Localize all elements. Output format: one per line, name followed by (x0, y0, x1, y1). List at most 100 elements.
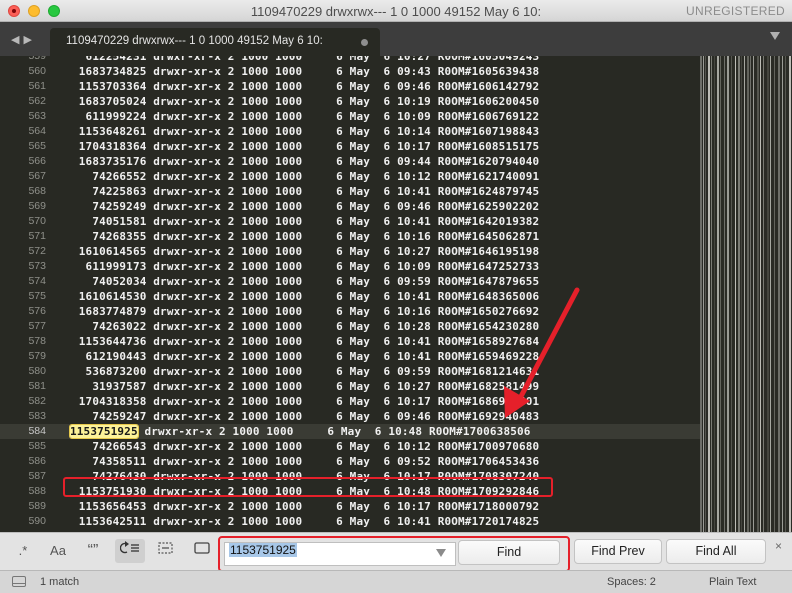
editor-area[interactable]: 559 612254231 drwxr-xr-x 2 1000 1000 6 M… (0, 56, 792, 532)
search-match-highlight: 1153751925 (69, 424, 139, 439)
syntax-status[interactable]: Plain Text (709, 576, 757, 588)
find-button[interactable]: Find (458, 540, 560, 565)
line-number: 566 (28, 155, 46, 167)
minimap-stripe (731, 56, 732, 532)
minimap-stripe (747, 56, 749, 532)
line-text: 1683774879 drwxr-xr-x 2 1000 1000 6 May … (72, 305, 540, 318)
line-text: 74259247 drwxr-xr-x 2 1000 1000 6 May 6 … (72, 410, 540, 423)
minimap-stripe (727, 56, 729, 532)
line-text: 612254231 drwxr-xr-x 2 1000 1000 6 May 6… (72, 56, 540, 63)
line-number: 563 (28, 110, 46, 122)
line-text: 1683734825 drwxr-xr-x 2 1000 1000 6 May … (72, 65, 540, 78)
indentation-status[interactable]: Spaces: 2 (607, 576, 656, 588)
tab-nav-arrows-icon[interactable]: ◀▶ (11, 33, 36, 46)
line-number: 559 (28, 56, 46, 62)
close-find-panel-icon[interactable]: × (775, 539, 782, 553)
line-number: 568 (28, 185, 46, 197)
minimap-stripe (708, 56, 710, 532)
line-text: 74052034 drwxr-xr-x 2 1000 1000 6 May 6 … (72, 275, 540, 288)
line-number: 572 (28, 245, 46, 257)
minimap-stripe (703, 56, 704, 532)
line-text: 536873200 drwxr-xr-x 2 1000 1000 6 May 6… (72, 365, 540, 378)
line-number: 584 (28, 425, 46, 437)
minimap-stripe (705, 56, 706, 532)
highlight-matches-toggle[interactable] (187, 539, 217, 563)
line-number: 582 (28, 395, 46, 407)
line-text: 1610614530 drwxr-xr-x 2 1000 1000 6 May … (72, 290, 540, 303)
find-input-annotation-box: 1153751925 Find (218, 536, 570, 572)
line-number: 576 (28, 305, 46, 317)
line-number: 571 (28, 230, 46, 242)
minimap-stripe (753, 56, 754, 532)
line-number: 570 (28, 215, 46, 227)
current-line[interactable]: 584 1153751925 drwxr-xr-x 2 1000 1000 6 M… (0, 424, 700, 439)
minimap-stripe (720, 56, 721, 532)
line-text-rest: drwxr-xr-x 2 1000 1000 6 May 6 10:48 R0O… (137, 425, 531, 438)
minimap-stripe (711, 56, 712, 532)
line-number: 581 (28, 380, 46, 392)
find-prev-button[interactable]: Find Prev (574, 539, 662, 564)
whole-word-toggle[interactable]: “” (78, 539, 108, 563)
minimap-stripe (782, 56, 783, 532)
line-text: 74276430 drwxr-xr-x 2 1000 1000 6 May 6 … (72, 470, 540, 483)
minimap-stripe (767, 56, 769, 532)
minimap-stripe (741, 56, 742, 532)
minimap[interactable] (700, 56, 792, 532)
tab-menu-chevron-down-icon[interactable] (770, 32, 780, 40)
unregistered-label: UNREGISTERED (686, 4, 785, 18)
line-text: 74263022 drwxr-xr-x 2 1000 1000 6 May 6 … (72, 320, 540, 333)
line-number: 567 (28, 170, 46, 182)
in-selection-icon (158, 542, 173, 554)
line-text: 1153703364 drwxr-xr-x 2 1000 1000 6 May … (72, 80, 540, 93)
line-number: 561 (28, 80, 46, 92)
line-text: 74266552 drwxr-xr-x 2 1000 1000 6 May 6 … (72, 170, 540, 183)
find-history-chevron-down-icon[interactable] (436, 549, 446, 557)
line-text: 1153751925 drwxr-xr-x 2 1000 1000 6 May … (69, 424, 531, 439)
minimap-stripe (757, 56, 759, 532)
highlight-matches-icon (194, 542, 210, 554)
minimap-stripe (770, 56, 771, 532)
line-number: 560 (28, 65, 46, 77)
line-text: 612190443 drwxr-xr-x 2 1000 1000 6 May 6… (72, 350, 540, 363)
minimap-stripe (735, 56, 736, 532)
line-text: 1153656453 drwxr-xr-x 2 1000 1000 6 May … (72, 500, 540, 513)
tab-active-file[interactable]: 1109470229 drwxrwx--- 1 0 1000 49152 May… (50, 28, 380, 56)
wrap-toggle[interactable] (115, 539, 145, 563)
line-text: 74266543 drwxr-xr-x 2 1000 1000 6 May 6 … (72, 440, 540, 453)
line-number: 587 (28, 470, 46, 482)
line-text: 1153648261 drwxr-xr-x 2 1000 1000 6 May … (72, 125, 540, 138)
line-number: 564 (28, 125, 46, 137)
minimap-stripe (789, 56, 791, 532)
console-panel-icon[interactable] (12, 576, 26, 587)
minimap-stripe (714, 56, 715, 532)
line-number: 575 (28, 290, 46, 302)
find-panel: .* Aa “” 1153751925 Find Find Prev Find … (0, 532, 792, 572)
minimap-stripe (774, 56, 775, 532)
minimap-stripe (717, 56, 719, 532)
line-number: 562 (28, 95, 46, 107)
find-input[interactable]: 1153751925 (224, 542, 456, 566)
regex-toggle[interactable]: .* (8, 539, 38, 563)
status-bar: 1 match Spaces: 2 Plain Text (0, 570, 792, 593)
in-selection-toggle[interactable] (150, 539, 180, 563)
minimap-stripe (738, 56, 740, 532)
minimap-stripe (750, 56, 751, 532)
line-text: 611999224 drwxr-xr-x 2 1000 1000 6 May 6… (72, 110, 540, 123)
line-text: 1704318358 drwxr-xr-x 2 1000 1000 6 May … (72, 395, 540, 408)
line-text: 1704318364 drwxr-xr-x 2 1000 1000 6 May … (72, 140, 540, 153)
line-number: 580 (28, 365, 46, 377)
minimap-stripe (744, 56, 745, 532)
match-count: 1 match (40, 576, 80, 588)
case-sensitive-toggle[interactable]: Aa (43, 539, 73, 563)
tab-bar: ◀▶ 1109470229 drwxrwx--- 1 0 1000 49152 … (0, 22, 792, 56)
unsaved-dot-icon[interactable] (361, 39, 368, 46)
line-text: 74225863 drwxr-xr-x 2 1000 1000 6 May 6 … (72, 185, 540, 198)
line-text: 74051581 drwxr-xr-x 2 1000 1000 6 May 6 … (72, 215, 540, 228)
minimap-stripe (700, 56, 702, 532)
line-text: 31937587 drwxr-xr-x 2 1000 1000 6 May 6 … (72, 380, 540, 393)
find-all-button[interactable]: Find All (666, 539, 766, 564)
tab-label: 1109470229 drwxrwx--- 1 0 1000 49152 May… (66, 35, 323, 47)
minimap-stripe (724, 56, 725, 532)
line-number: 588 (28, 485, 46, 497)
minimap-stripe (785, 56, 786, 532)
